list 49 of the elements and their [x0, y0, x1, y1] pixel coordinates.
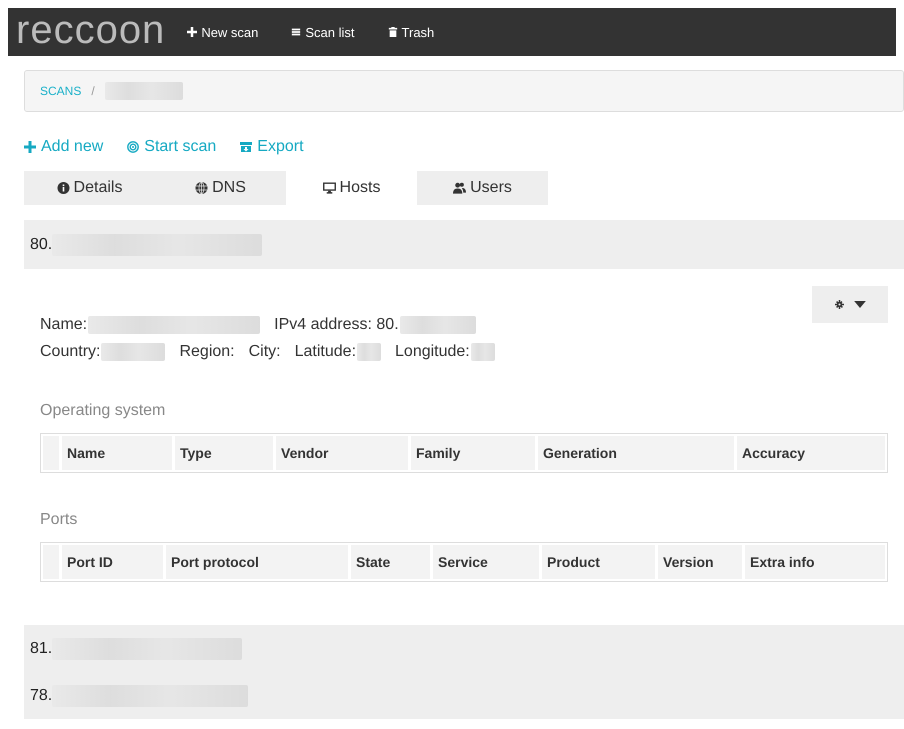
field-label: Region:: [179, 342, 235, 360]
trash-icon: [388, 27, 398, 37]
column-header: Extra info: [745, 545, 885, 579]
field-label: Name:: [40, 316, 88, 334]
tab[interactable]: DNS: [155, 171, 286, 205]
host-header[interactable]: 78.: [24, 672, 904, 719]
plus-icon: [187, 27, 198, 37]
users-icon: [453, 182, 466, 194]
section-title: Operating system: [40, 402, 166, 420]
column-header: Family: [411, 436, 535, 470]
plus-icon: [24, 141, 36, 153]
column-header: Type: [175, 436, 273, 470]
menu-icon: [291, 27, 302, 37]
column-header: Vendor: [276, 436, 408, 470]
field-label: IPv4 address: 80.: [274, 316, 399, 334]
caret-icon: [854, 301, 866, 308]
field-label: Latitude:: [294, 342, 356, 360]
column-header: Service: [433, 545, 539, 579]
archive-icon: [240, 141, 252, 153]
host-address: 81.: [30, 640, 52, 658]
info-icon: [56, 182, 70, 194]
host-header[interactable]: 81.: [24, 625, 904, 672]
settings-dropdown-button[interactable]: [812, 286, 888, 323]
target-icon: [127, 141, 140, 153]
field-label: Country:: [40, 342, 100, 360]
tab[interactable]: Users: [417, 171, 548, 205]
column-header: Product: [542, 545, 655, 579]
column-header: Generation: [538, 436, 734, 470]
column-header: Name: [62, 436, 172, 470]
host-address: 78.: [30, 686, 52, 704]
tab[interactable]: Details: [24, 171, 155, 205]
settings-icon: [834, 300, 844, 309]
column-header: Version: [658, 545, 742, 579]
host-header[interactable]: 80.: [24, 220, 904, 269]
field-label: City:: [248, 342, 281, 360]
monitor-icon: [322, 182, 336, 194]
column-header: Port ID: [62, 545, 163, 579]
nav-link[interactable]: Trash: [388, 24, 434, 40]
breadcrumb-separator: /: [91, 84, 95, 98]
nav-link[interactable]: New scan: [187, 24, 258, 40]
field-label: Longitude:: [395, 342, 470, 360]
section-title: Ports: [40, 511, 78, 529]
globe-icon: [195, 182, 208, 194]
column-header: State: [351, 545, 430, 579]
nav-link[interactable]: Scan list: [291, 24, 355, 40]
column-header: Accuracy: [737, 436, 885, 470]
column-header: Port protocol: [166, 545, 348, 579]
host-address: 80.: [30, 236, 52, 254]
brand-logo[interactable]: reccoon: [16, 10, 166, 54]
